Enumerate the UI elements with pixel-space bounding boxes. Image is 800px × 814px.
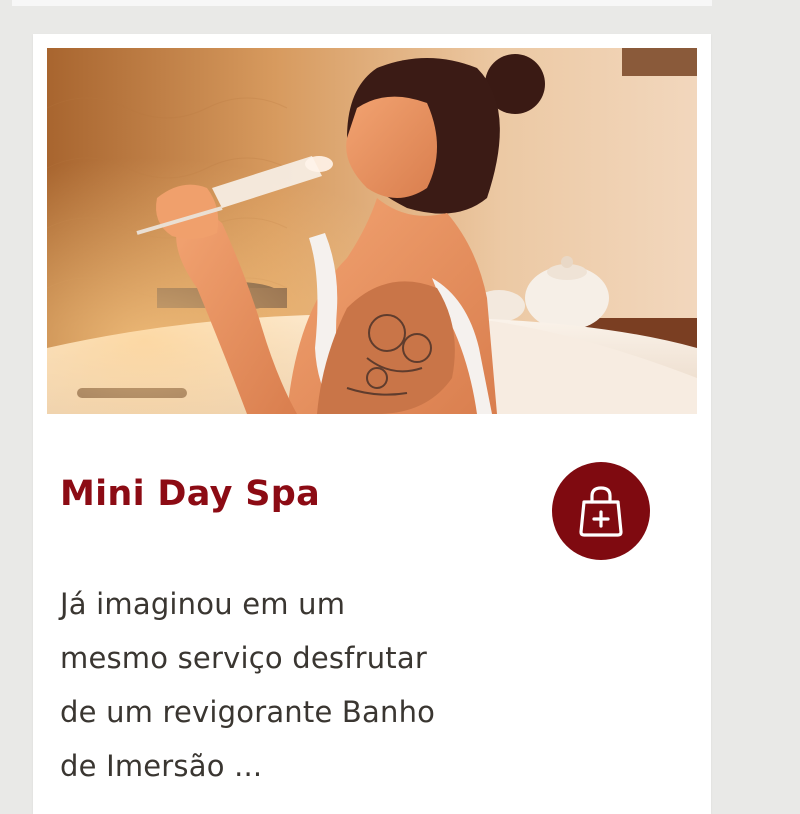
previous-card-bottom <box>12 0 712 6</box>
spa-photo-illustration <box>47 48 697 414</box>
product-card[interactable]: Mini Day Spa Já imaginou em um mesmo ser… <box>33 34 711 814</box>
shopping-bag-plus-icon <box>578 484 624 538</box>
product-image[interactable] <box>47 48 697 414</box>
description-line-4: de Imersão ... <box>60 749 263 783</box>
product-title: Mini Day Spa <box>60 474 320 514</box>
add-to-cart-button[interactable] <box>552 462 650 560</box>
previous-card-edge <box>0 0 800 34</box>
description-line-3: de um revigorante Banho <box>60 695 436 729</box>
product-description: Já imaginou em um mesmo serviço desfruta… <box>60 577 530 793</box>
description-line-2: mesmo serviço desfrutar <box>60 641 427 675</box>
description-line-1: Já imaginou em um <box>60 587 346 621</box>
